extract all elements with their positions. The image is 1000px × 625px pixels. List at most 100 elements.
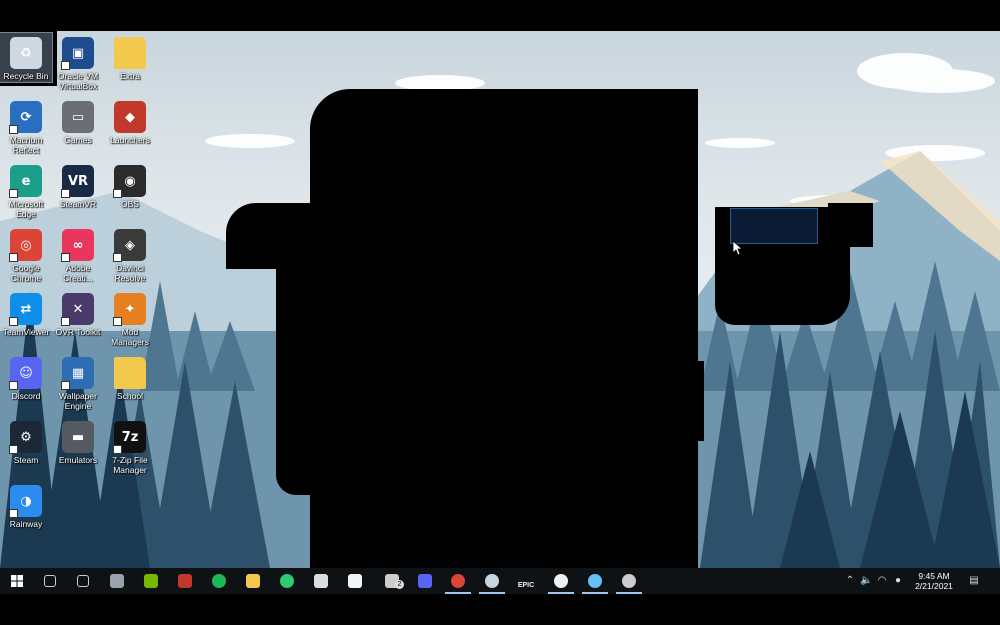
desktop-icon-launchers[interactable]: ◆ Launchers bbox=[104, 97, 156, 146]
desktop-icon-label: Recycle Bin bbox=[3, 71, 49, 81]
taskbar-button-arrow-app[interactable] bbox=[304, 568, 338, 594]
hard-drive-icon: ▭ bbox=[62, 101, 94, 133]
steam-icon bbox=[485, 574, 499, 588]
store-icon bbox=[348, 574, 362, 588]
app-hexagon-icon bbox=[110, 574, 124, 588]
network-icon[interactable]: ◠ bbox=[876, 575, 888, 587]
taskbar-button-xbox[interactable] bbox=[544, 568, 578, 594]
clock-time: 9:45 AM bbox=[918, 571, 950, 581]
desktop-icon-games[interactable]: ▭ Games bbox=[52, 97, 104, 146]
desktop-icon-label: Google Chrome bbox=[10, 263, 42, 283]
desktop-icon-label: Mod Managers bbox=[111, 327, 149, 347]
redacted-region bbox=[374, 471, 698, 568]
desktop[interactable]: ♻ Recycle Bin ▣ Oracle VM VirtualBox Extra ⟳ M… bbox=[0, 31, 1000, 568]
taskbar-button-file-explorer[interactable] bbox=[236, 568, 270, 594]
steam-icon bbox=[588, 574, 602, 588]
teamviewer-icon: ⇄ bbox=[9, 293, 42, 326]
taskbar-button-obs[interactable] bbox=[612, 568, 646, 594]
mouse-cursor-icon bbox=[733, 241, 743, 255]
desktop-icon-label: Microsoft Edge bbox=[8, 199, 44, 219]
discord-icon bbox=[418, 574, 432, 588]
desktop-icon-label: Adobe Creati... bbox=[63, 263, 93, 283]
rainway-icon: ◑ bbox=[9, 485, 42, 518]
volume-icon[interactable]: 🔈 bbox=[860, 575, 872, 587]
system-tray: ⌃ 🔈 ◠ ● 9:45 AM 2/21/2021 ▤ bbox=[842, 568, 992, 594]
desktop-icon-extra[interactable]: Extra bbox=[104, 33, 156, 82]
recycle-bin-icon: ♻ bbox=[10, 37, 42, 69]
taskbar-button-green-plane[interactable] bbox=[270, 568, 304, 594]
emulators-icon: ▬ bbox=[62, 421, 94, 453]
desktop-icon-label: OVR Toolkit bbox=[55, 327, 101, 337]
taskbar-button-app-hexagon[interactable] bbox=[100, 568, 134, 594]
desktop-icon-school[interactable]: School bbox=[104, 353, 156, 402]
ovr-toolkit-icon: ✕ bbox=[61, 293, 94, 326]
redacted-region bbox=[276, 269, 326, 495]
spotify-icon bbox=[212, 574, 226, 588]
redacted-region bbox=[226, 203, 326, 269]
clock[interactable]: 9:45 AM 2/21/2021 bbox=[904, 571, 964, 591]
desktop-icon-macrium-reflect[interactable]: ⟳ Macrium Reflect bbox=[0, 97, 52, 155]
desktop-icon-wallpaper-engine[interactable]: ▦ Wallpaper Engine bbox=[52, 353, 104, 411]
microphone-icon[interactable]: ● bbox=[892, 575, 904, 587]
taskbar-button-discord[interactable] bbox=[408, 568, 442, 594]
file-explorer-icon bbox=[246, 574, 260, 588]
taskbar-button-epic-games[interactable]: EPIC bbox=[509, 568, 543, 594]
desktop-icon-label: Oracle VM VirtualBox bbox=[57, 71, 99, 91]
taskbar-button-red-app[interactable] bbox=[168, 568, 202, 594]
desktop-icon-label: Steam bbox=[13, 455, 39, 465]
desktop-icon-label: 7-Zip File Manager bbox=[112, 455, 148, 475]
desktop-icon-davinci-resolve[interactable]: ◈ Davinci Resolve bbox=[104, 225, 156, 283]
desktop-icon-discord[interactable]: ☺ Discord bbox=[0, 353, 52, 402]
launchers-icon: ◆ bbox=[114, 101, 146, 133]
macrium-reflect-icon: ⟳ bbox=[9, 101, 42, 134]
desktop-icon-mod-managers[interactable]: ✦ Mod Managers bbox=[104, 289, 156, 347]
desktop-icon-microsoft-edge[interactable]: e Microsoft Edge bbox=[0, 161, 52, 219]
taskbar-button-chrome[interactable] bbox=[441, 568, 475, 594]
taskbar-button-steam[interactable] bbox=[475, 568, 509, 594]
taskbar-button-nvidia[interactable] bbox=[134, 568, 168, 594]
arrow-app-icon bbox=[314, 574, 328, 588]
desktop-icon-label: Launchers bbox=[110, 135, 150, 145]
desktop-icon-label: School bbox=[117, 391, 143, 401]
green-plane-icon bbox=[280, 574, 294, 588]
steam-icon: ⚙ bbox=[9, 421, 42, 454]
redacted-region bbox=[690, 361, 704, 441]
desktop-icon-google-chrome[interactable]: ◎ Google Chrome bbox=[0, 225, 52, 283]
taskbar-button-drive-app[interactable]: 2 bbox=[375, 568, 409, 594]
chrome-icon bbox=[451, 574, 465, 588]
desktop-icon-recycle-bin[interactable]: ♻ Recycle Bin bbox=[0, 32, 53, 83]
desktop-icon-teamviewer[interactable]: ⇄ TeamViewer bbox=[0, 289, 52, 338]
desktop-icon-obs[interactable]: ◉ OBS bbox=[104, 161, 156, 210]
task-view-icon bbox=[77, 575, 89, 587]
chevron-up-icon[interactable]: ⌃ bbox=[844, 575, 856, 587]
desktop-icon-steam[interactable]: ⚙ Steam bbox=[0, 417, 52, 466]
notification-badge: 2 bbox=[395, 580, 404, 589]
steamvr-icon: VR bbox=[61, 165, 94, 198]
discord-icon: ☺ bbox=[9, 357, 42, 390]
virtualbox-icon: ▣ bbox=[61, 37, 94, 70]
desktop-icon-steamvr[interactable]: VR SteamVR bbox=[52, 161, 104, 210]
desktop-icon-rainway[interactable]: ◑ Rainway bbox=[0, 481, 52, 530]
desktop-icon-label: OBS bbox=[121, 199, 139, 209]
desktop-icon-ovr-toolkit[interactable]: ✕ OVR Toolkit bbox=[52, 289, 104, 338]
start-button[interactable] bbox=[0, 568, 34, 594]
nvidia-icon bbox=[144, 574, 158, 588]
obs-icon: ◉ bbox=[113, 165, 146, 198]
taskbar-button-spotify[interactable] bbox=[202, 568, 236, 594]
taskbar-button-task-view[interactable] bbox=[66, 568, 100, 594]
notification-center-icon[interactable]: ▤ bbox=[968, 575, 980, 587]
wallpaper-engine-icon: ▦ bbox=[61, 357, 94, 390]
seven-zip-icon: 7z bbox=[113, 421, 146, 454]
desktop-icon-label: SteamVR bbox=[59, 199, 97, 209]
desktop-icon-7-zip-file-manager[interactable]: 7z 7-Zip File Manager bbox=[104, 417, 156, 475]
taskbar-button-steam[interactable] bbox=[578, 568, 612, 594]
desktop-icon-oracle-vm-virtualbox[interactable]: ▣ Oracle VM VirtualBox bbox=[52, 33, 104, 91]
desktop-icon-label: Davinci Resolve bbox=[114, 263, 146, 283]
desktop-icon-emulators[interactable]: ▬ Emulators bbox=[52, 417, 104, 466]
red-app-icon bbox=[178, 574, 192, 588]
taskbar-button-store[interactable] bbox=[338, 568, 372, 594]
desktop-icon-adobe-creati[interactable]: ∞ Adobe Creati... bbox=[52, 225, 104, 283]
taskbar-button-search[interactable] bbox=[33, 568, 67, 594]
search-icon bbox=[44, 575, 56, 587]
desktop-icon-label: Extra bbox=[120, 71, 140, 81]
